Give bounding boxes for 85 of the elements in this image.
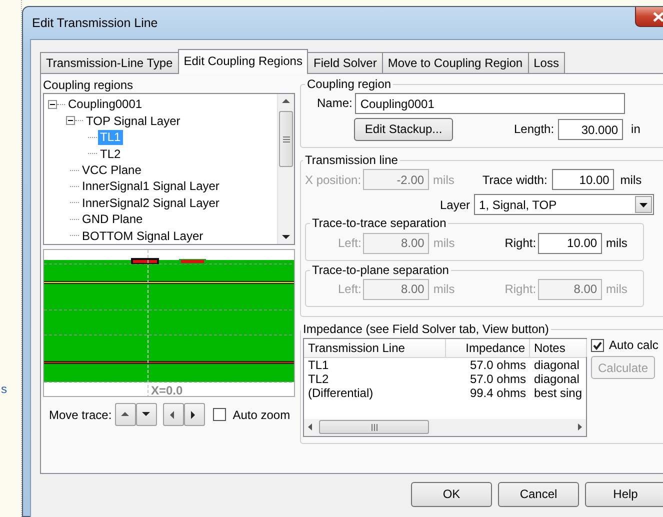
tree-item[interactable]: VCC Plane [80, 162, 144, 178]
field-label: Left: [338, 236, 362, 250]
dialog-button[interactable]: Help [585, 482, 663, 507]
checkbox-label: Auto calc [609, 338, 658, 352]
text-field: 8.00 [363, 232, 430, 254]
tab[interactable]: Field Solver [307, 52, 383, 73]
move-trace-label: Move trace: [49, 408, 112, 422]
window-title: Edit Transmission Line [31, 16, 158, 30]
field-label: Length: [514, 122, 554, 137]
tree-item[interactable]: BOTTOM Signal Layer [80, 228, 206, 243]
collapse-icon[interactable] [66, 116, 75, 126]
field-label: Name: [317, 96, 352, 111]
tab[interactable]: Transmission-Line Type [40, 52, 179, 73]
unit-label: mils [606, 282, 628, 296]
x-position-label: X=0.0 [151, 384, 183, 396]
text-field[interactable]: 30.000 [558, 119, 624, 140]
scroll-right-icon[interactable] [577, 423, 583, 432]
field-label: Left: [338, 282, 362, 296]
group-title: Impedance (see Field Solver tab, View button) [302, 322, 550, 336]
text-field: 8.00 [363, 278, 430, 300]
checkbox-label: Auto zoom [232, 408, 290, 422]
group-title: Coupling region [306, 78, 392, 92]
text-field[interactable]: 10.00 [538, 232, 602, 254]
tree-item[interactable]: InnerSignal1 Signal Layer [80, 179, 222, 194]
list-cell-text: TL2 [307, 372, 330, 387]
unit-label: mils [433, 282, 455, 296]
list-cell-text: 57.0 ohms [468, 372, 527, 387]
text-field: 8.00 [538, 278, 602, 300]
field-label: Right: [504, 282, 536, 296]
tree-item[interactable]: Coupling0001 [66, 97, 144, 112]
grip-icon [370, 424, 378, 431]
grip-icon [282, 136, 290, 143]
field-label: Right: [504, 236, 536, 250]
checkbox[interactable] [591, 338, 604, 352]
tree-item[interactable]: TL2 [98, 146, 123, 161]
scroll-down-icon[interactable] [281, 233, 291, 242]
list-cell-text: 57.0 ohms [468, 358, 527, 373]
list-cell-text: best sing [533, 386, 584, 401]
checkbox[interactable] [212, 408, 226, 422]
unit-label: mils [433, 236, 455, 250]
move-up-button[interactable] [114, 403, 136, 426]
list-cell-text: diagonal [533, 358, 580, 373]
list-cell-text: TL1 [307, 358, 330, 373]
background-text: s [1, 382, 7, 396]
dropdown-arrow-icon [639, 202, 648, 208]
tree-item[interactable]: GND Plane [80, 212, 145, 227]
field-label: X position: [305, 172, 362, 188]
field-label: Layer [440, 198, 470, 212]
unit-label: mils [620, 172, 642, 188]
tab[interactable]: Move to Coupling Region [382, 52, 529, 73]
tab[interactable]: Edit Coupling Regions [178, 49, 308, 74]
field-label: Trace width: [482, 172, 548, 188]
text-field[interactable]: Coupling0001 [355, 93, 626, 114]
move-right-button[interactable] [184, 403, 205, 426]
group-title: Transmission line [304, 154, 399, 168]
tree-item[interactable]: TOP Signal Layer [84, 114, 182, 128]
checkmark-icon [593, 340, 602, 350]
scrollbar[interactable] [304, 418, 586, 436]
unit-label: in [631, 122, 640, 137]
unit-label: mils [606, 236, 628, 250]
section-label: Coupling regions [43, 78, 134, 92]
scroll-up-icon[interactable] [281, 97, 291, 106]
dialog-button[interactable]: OK [411, 482, 492, 507]
list-cell-text: diagonal [533, 372, 580, 387]
dialog-button[interactable]: Cancel [498, 482, 579, 507]
collapse-icon[interactable] [48, 100, 57, 110]
scroll-left-icon[interactable] [307, 423, 313, 432]
list-cell-text: (Differential) [307, 386, 374, 401]
group-title: Trace-to-plane separation [311, 264, 450, 277]
move-left-button[interactable] [162, 403, 184, 426]
layer-dropdown[interactable]: 1, Signal, TOP [474, 194, 654, 216]
edit-stackup-button[interactable]: Edit Stackup... [354, 118, 453, 142]
scrollbar[interactable] [277, 94, 294, 244]
move-down-button[interactable] [136, 403, 157, 426]
text-field: -2.00 [363, 169, 430, 190]
column-header[interactable]: Impedance [446, 338, 530, 358]
list-cell-text: 99.4 ohms [468, 386, 527, 401]
tree-item[interactable]: InnerSignal2 Signal Layer [80, 196, 222, 210]
unit-label: mils [433, 172, 454, 188]
close-icon [652, 12, 663, 22]
column-header[interactable]: Transmission Line [304, 338, 446, 358]
group-title: Trace-to-trace separation [311, 217, 448, 231]
text-field[interactable]: 10.00 [552, 169, 614, 190]
tab[interactable]: Loss [528, 52, 565, 73]
column-header[interactable]: Notes [530, 338, 587, 358]
